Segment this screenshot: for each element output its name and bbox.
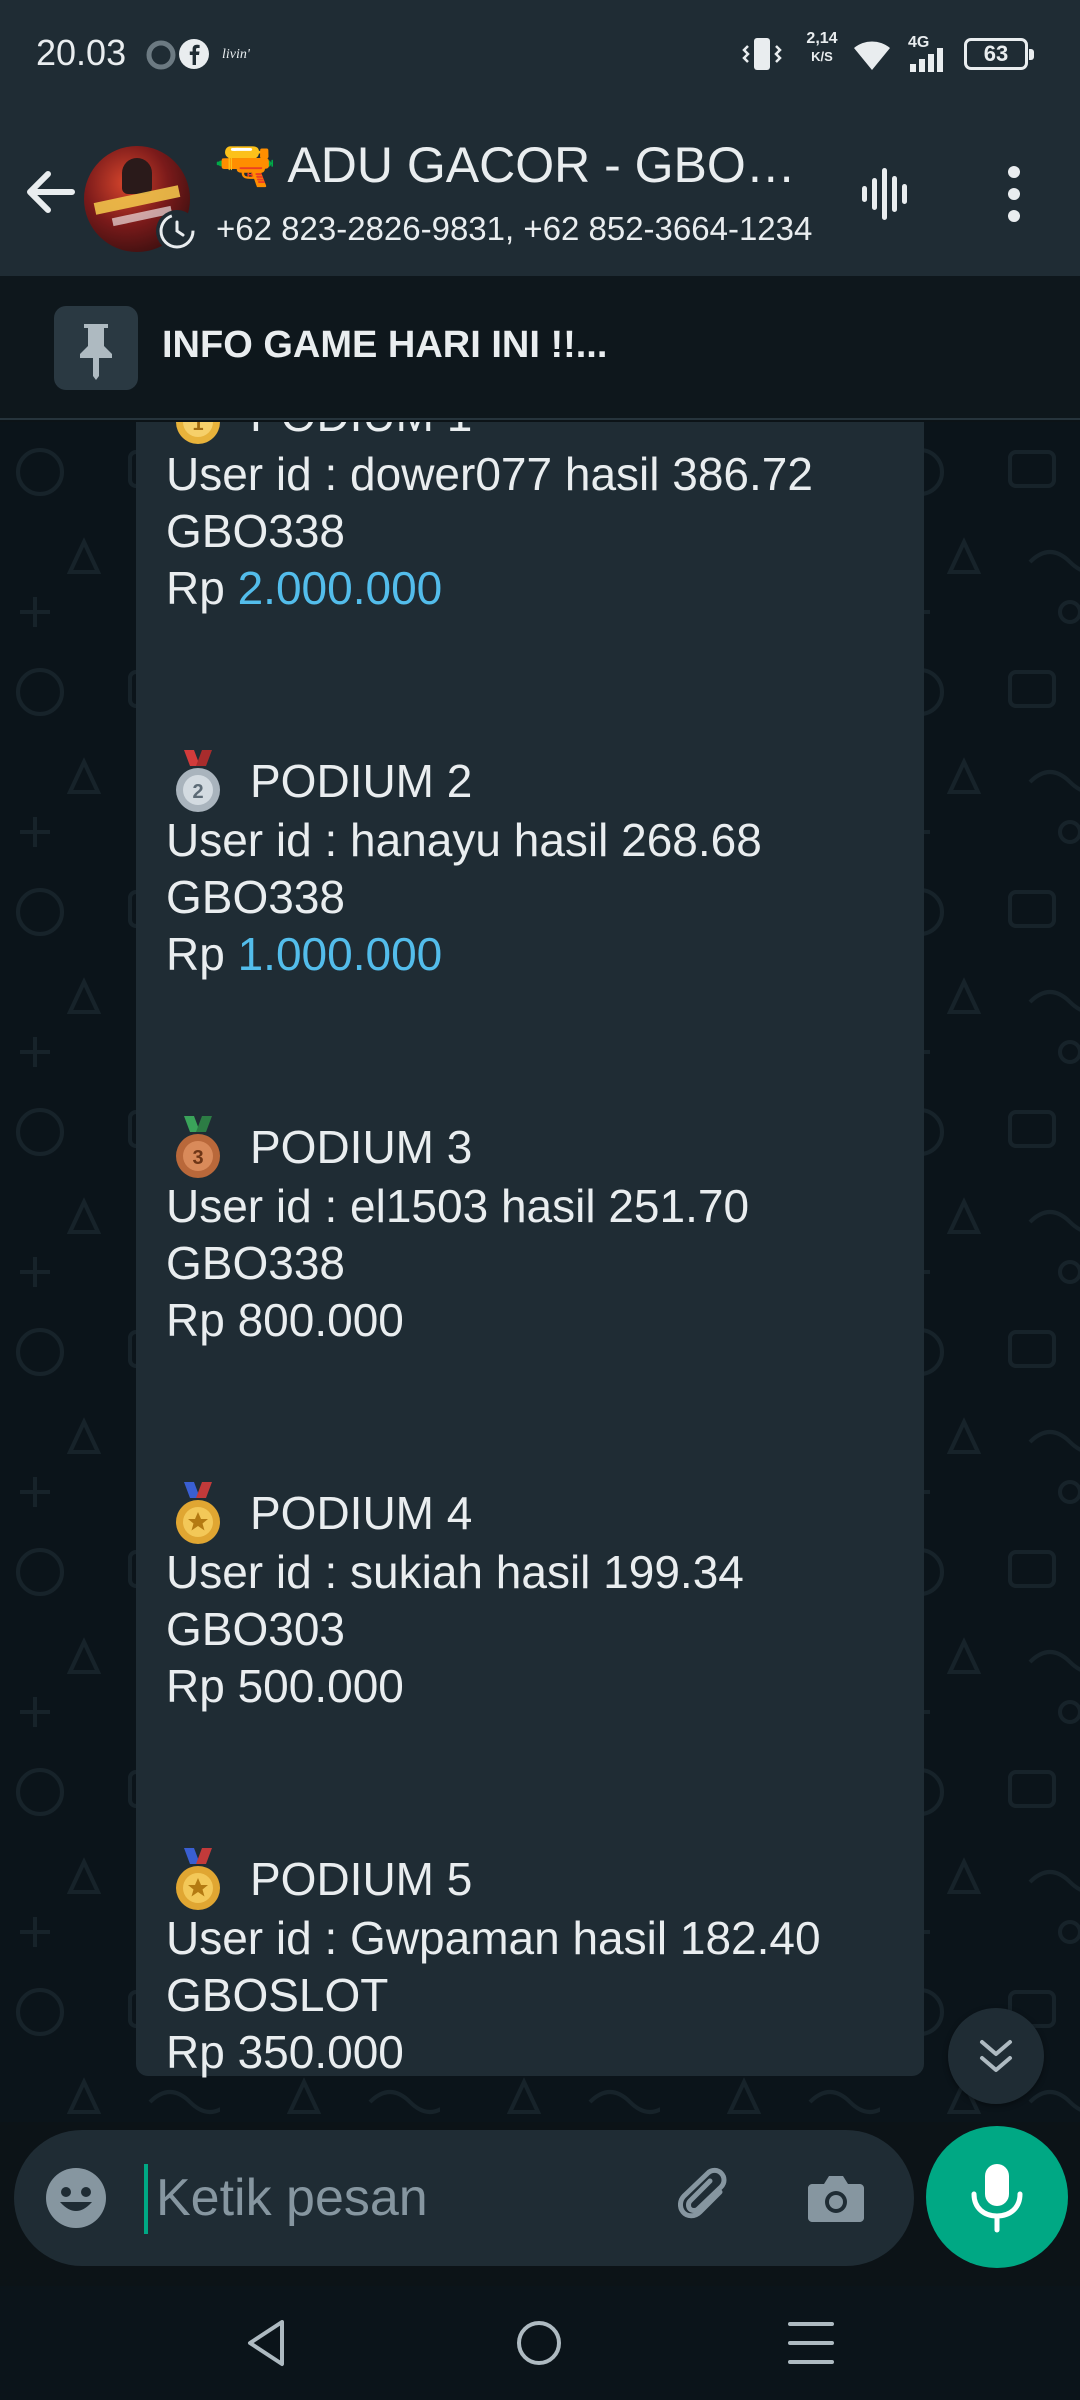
podium-title: PODIUM 1 (250, 422, 472, 442)
sports-medal-icon (176, 1848, 220, 1910)
podium-title: PODIUM 5 (250, 1853, 473, 1905)
prize-amount-link[interactable]: 2.000.000 (238, 562, 443, 614)
more-options-icon[interactable] (1000, 164, 1028, 224)
sports-medal-icon (176, 1482, 220, 1544)
prize-amount-link[interactable]: 1.000.000 (238, 928, 443, 980)
prize-amount: 350.000 (237, 2026, 404, 2078)
podium-site: GBOSLOT (166, 1969, 389, 2021)
vibrate-icon (742, 38, 782, 70)
prize-currency: Rp (166, 2026, 225, 2078)
livin-app-icon: livin' (222, 47, 251, 62)
prize-currency: Rp (166, 562, 225, 614)
svg-text:2: 2 (192, 781, 203, 803)
text-cursor (144, 2164, 148, 2234)
signal-icon (910, 48, 943, 72)
podium-prize: Rp 1.000.000 (166, 926, 762, 983)
status-time: 20.03 (36, 32, 127, 73)
nav-menu-icon[interactable] (784, 2316, 838, 2370)
prize-currency: Rp (166, 928, 225, 980)
voice-chat-icon[interactable] (860, 164, 916, 224)
prize-amount: 500.000 (237, 1660, 404, 1712)
attachment-icon[interactable] (674, 2166, 738, 2230)
status-bar: 20.03 livin' 2,14 K/S 4G 63 (0, 0, 1080, 108)
scroll-to-bottom-button[interactable] (948, 2008, 1044, 2104)
battery-icon: 63 (964, 38, 1034, 70)
net-speed: 2,14 K/S (806, 30, 838, 64)
podium-title: PODIUM 4 (250, 1487, 473, 1539)
pin-icon (54, 306, 138, 390)
microphone-icon (971, 2164, 1023, 2233)
podium-entry-3: 3 PODIUM 3 User id : el1503 hasil 251.70… (166, 1114, 749, 1349)
podium-user-line: User id : hanayu hasil 268.68 (166, 814, 762, 866)
podium-entry-4: PODIUM 4 User id : sukiah hasil 199.34 G… (166, 1480, 744, 1715)
podium-prize: Rp 800.000 (166, 1292, 749, 1349)
podium-user-line: User id : el1503 hasil 251.70 (166, 1180, 750, 1232)
emoji-icon[interactable] (44, 2166, 108, 2230)
voice-message-button[interactable] (926, 2126, 1068, 2268)
pinned-message-text: INFO GAME HARI INI !!... (162, 324, 608, 366)
podium-entry-5: PODIUM 5 User id : Gwpaman hasil 182.40 … (166, 1846, 821, 2081)
notification-dot-icon (146, 40, 176, 70)
nav-back-icon[interactable] (240, 2316, 294, 2370)
avatar-figure (122, 158, 152, 194)
podium-site: GBO303 (166, 1603, 345, 1655)
message-bubble[interactable]: 1 PODIUM 1 User id : dower077 hasil 386.… (136, 422, 924, 2078)
message-input[interactable] (156, 2160, 656, 2236)
podium-site: GBO338 (166, 505, 345, 557)
group-name: ADU GACOR - GBO338 (287, 137, 814, 193)
chat-title[interactable]: 🔫 ADU GACOR - GBO338 (214, 136, 814, 195)
prize-currency: Rp (166, 1660, 225, 1712)
gold-medal-icon: 1 (176, 422, 220, 444)
chat-area: 1 PODIUM 1 User id : dower077 hasil 386.… (0, 422, 1080, 2122)
svg-text:livin': livin' (222, 47, 251, 62)
nav-home-icon[interactable] (512, 2316, 566, 2370)
silver-medal-icon: 2 (176, 750, 220, 812)
back-arrow-icon[interactable] (22, 164, 78, 220)
podium-prize: Rp 350.000 (166, 2024, 821, 2081)
podium-entry-1: 1 PODIUM 1 User id : dower077 hasil 386.… (166, 422, 813, 617)
podium-title: PODIUM 2 (250, 755, 473, 807)
svg-text:3: 3 (192, 1147, 203, 1169)
disappearing-timer-icon (156, 210, 198, 252)
bronze-medal-icon: 3 (176, 1116, 220, 1178)
podium-title: PODIUM 3 (250, 1121, 473, 1173)
group-participants[interactable]: +62 823-2826-9831, +62 852-3664-1234 (216, 210, 816, 248)
double-chevron-down-icon (980, 2040, 1012, 2072)
podium-prize: Rp 2.000.000 (166, 560, 813, 617)
podium-entry-2: 2 PODIUM 2 User id : hanayu hasil 268.68… (166, 748, 762, 983)
podium-user-line: User id : Gwpaman hasil 182.40 (166, 1912, 821, 1964)
wifi-icon (854, 41, 890, 70)
prize-currency: Rp (166, 1294, 225, 1346)
system-nav-bar (0, 2286, 1080, 2400)
podium-user-line: User id : dower077 hasil 386.72 (166, 448, 813, 500)
pinned-message-bar[interactable]: INFO GAME HARI INI !!... (0, 276, 1080, 420)
camera-icon[interactable] (804, 2166, 868, 2230)
gun-emoji: 🔫 (214, 137, 277, 193)
podium-site: GBO338 (166, 871, 345, 923)
podium-user-line: User id : sukiah hasil 199.34 (166, 1546, 744, 1598)
podium-site: GBO338 (166, 1237, 345, 1289)
message-composer (14, 2130, 914, 2266)
svg-text:1: 1 (192, 422, 203, 435)
facebook-icon (179, 39, 209, 69)
podium-prize: Rp 500.000 (166, 1658, 744, 1715)
chat-header: 🔫 ADU GACOR - GBO338 +62 823-2826-9831, … (0, 108, 1080, 276)
prize-amount: 800.000 (237, 1294, 404, 1346)
